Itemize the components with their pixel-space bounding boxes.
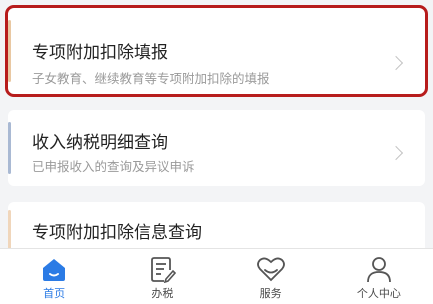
card-subtitle: 子女教育、继续教育等专项附加扣除的填报 — [32, 71, 270, 86]
tab-label: 首页 — [43, 287, 66, 300]
card-income-tax-query[interactable]: 收入纳税明细查询 已申报收入的查询及异议申诉 — [8, 110, 425, 186]
bottom-tab-bar: 首页 办税 服务 个人中心 — [0, 248, 433, 304]
tab-label: 服务 — [259, 287, 282, 300]
chevron-right-icon — [388, 145, 404, 161]
tab-label: 办税 — [151, 287, 174, 300]
service-heart-icon — [256, 257, 285, 282]
card-title: 专项附加扣除填报 — [32, 43, 168, 63]
tab-tax[interactable]: 办税 — [108, 249, 216, 304]
main-content: 专项附加扣除填报 子女教育、继续教育等专项附加扣除的填报 收入纳税明细查询 已申… — [0, 0, 433, 248]
card-accent-bar — [8, 122, 11, 174]
card-accent-bar — [8, 20, 11, 82]
tab-label: 个人中心 — [356, 287, 401, 300]
tab-profile[interactable]: 个人中心 — [325, 249, 433, 304]
card-subtitle: 已申报收入的查询及异议申诉 — [32, 159, 195, 174]
person-icon — [366, 257, 391, 283]
home-icon — [43, 259, 66, 281]
tax-form-icon — [151, 257, 177, 283]
card-deduction-info-query[interactable]: 专项附加扣除信息查询 — [8, 202, 425, 248]
card-accent-bar — [8, 210, 11, 248]
chevron-right-icon — [388, 55, 404, 71]
card-title: 专项附加扣除信息查询 — [32, 223, 202, 243]
tab-home[interactable]: 首页 — [0, 249, 108, 304]
card-special-deduction-filing[interactable]: 专项附加扣除填报 子女教育、继续教育等专项附加扣除的填报 — [5, 5, 428, 97]
card-title: 收入纳税明细查询 — [32, 133, 168, 153]
tab-service[interactable]: 服务 — [217, 249, 325, 304]
